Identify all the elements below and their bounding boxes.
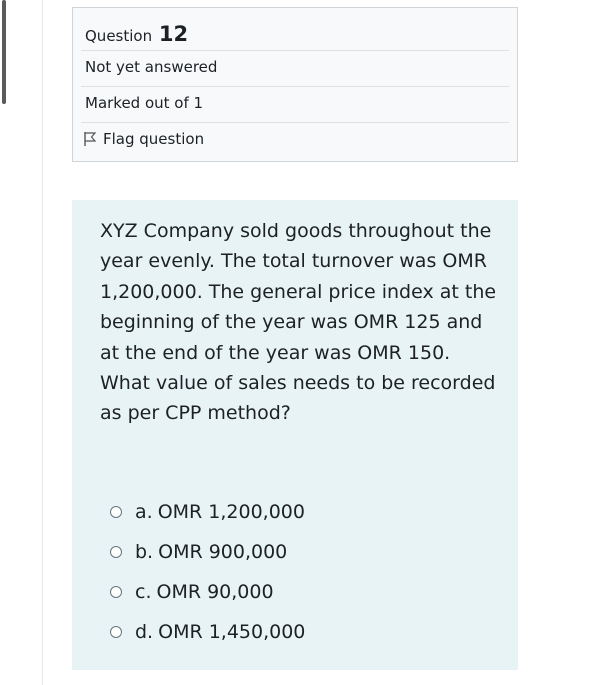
flag-question-label: Flag question bbox=[103, 130, 205, 148]
question-number-value: 12 bbox=[158, 22, 189, 46]
answer-option-a[interactable]: a. OMR 1,200,000 bbox=[110, 492, 305, 532]
radio-button[interactable] bbox=[110, 506, 122, 518]
answer-text: OMR 1,200,000 bbox=[157, 501, 305, 523]
answer-option-d[interactable]: d. OMR 1,450,000 bbox=[110, 612, 305, 652]
question-info-panel: Question 12 Not yet answered Marked out … bbox=[72, 7, 518, 162]
question-number: Question 12 bbox=[85, 22, 188, 46]
question-state: Not yet answered bbox=[85, 58, 218, 76]
scrollbar-thumb[interactable] bbox=[2, 0, 6, 104]
flag-icon bbox=[83, 131, 97, 147]
radio-button[interactable] bbox=[110, 586, 122, 598]
answer-option-b[interactable]: b. OMR 900,000 bbox=[110, 532, 305, 572]
answer-text: OMR 90,000 bbox=[156, 581, 274, 603]
answer-letter: d. bbox=[135, 621, 154, 643]
answer-text: OMR 1,450,000 bbox=[158, 621, 306, 643]
answer-letter: b. bbox=[135, 541, 154, 563]
answer-options: a. OMR 1,200,000 b. OMR 900,000 c. OMR 9… bbox=[110, 492, 305, 652]
flag-question-link[interactable]: Flag question bbox=[83, 130, 204, 148]
answer-letter: c. bbox=[135, 581, 152, 603]
question-content: XYZ Company sold goods throughout the ye… bbox=[72, 200, 518, 670]
radio-button[interactable] bbox=[110, 546, 122, 558]
radio-button[interactable] bbox=[110, 626, 122, 638]
answer-letter: a. bbox=[135, 501, 153, 523]
answer-option-c[interactable]: c. OMR 90,000 bbox=[110, 572, 305, 612]
page-border-left bbox=[42, 0, 43, 685]
question-grade: Marked out of 1 bbox=[85, 94, 204, 112]
question-label: Question bbox=[85, 27, 153, 45]
divider bbox=[81, 86, 509, 87]
divider bbox=[81, 50, 509, 51]
question-text: XYZ Company sold goods throughout the ye… bbox=[100, 220, 497, 425]
divider bbox=[81, 122, 509, 123]
scrollbar[interactable] bbox=[0, 0, 8, 685]
answer-text: OMR 900,000 bbox=[158, 541, 288, 563]
